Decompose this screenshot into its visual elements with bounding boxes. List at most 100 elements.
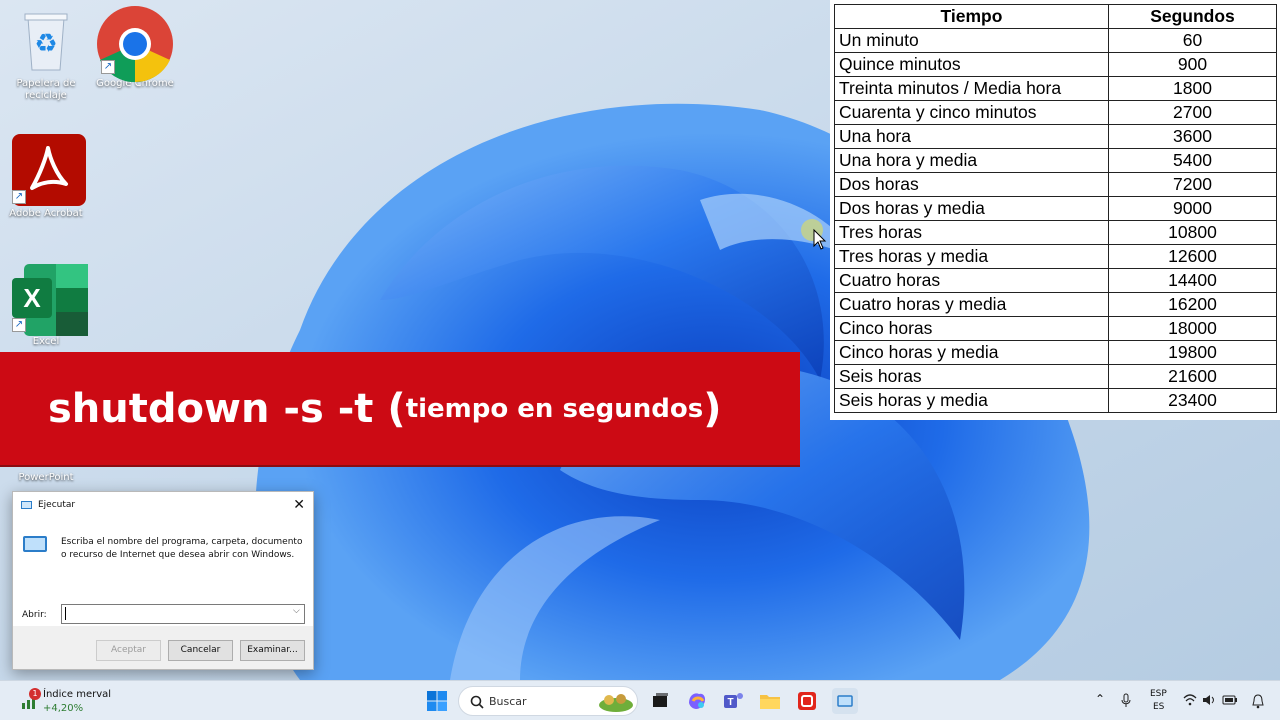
chevron-up-icon[interactable]: ⌃ (1095, 692, 1105, 706)
desktop-icon-excel[interactable]: X ↗ Excel (3, 262, 89, 348)
run-dialog-body: Escriba el nombre del programa, carpeta,… (13, 518, 313, 626)
run-dialog-description: Escriba el nombre del programa, carpeta,… (61, 537, 303, 560)
time-seconds-table: Tiempo Segundos Un minuto 60 Quince minut… (834, 4, 1277, 413)
battery-icon[interactable] (1222, 694, 1238, 706)
desktop-icon-label: Papelera de reciclaje (16, 78, 76, 101)
notification-bell-icon[interactable] (1250, 693, 1266, 709)
table-row: Cuarenta y cinco minutos 2700 (834, 100, 1277, 125)
desktop-icon-recycle-bin[interactable]: ♻ Papelera de reciclaje (3, 4, 89, 102)
taskbar-search[interactable]: Buscar (458, 686, 638, 716)
time-cell: Cuatro horas (834, 268, 1109, 293)
table-header-row: Tiempo Segundos (834, 4, 1277, 29)
start-button[interactable] (425, 689, 449, 713)
language-bottom[interactable]: ES (1153, 702, 1164, 712)
shortcut-arrow-icon: ↗ (101, 60, 115, 74)
run-dialog-titlebar[interactable]: Ejecutar ✕ (13, 492, 313, 518)
start-icon (427, 691, 447, 711)
seconds-cell: 1800 (1108, 76, 1277, 101)
text-caret (65, 607, 66, 620)
desktop-icon-powerpoint[interactable]: PowerPoint (3, 470, 89, 484)
shortcut-arrow-icon: ↗ (12, 318, 26, 332)
time-cell: Dos horas y media (834, 196, 1109, 221)
run-dialog-buttons: Aceptar Cancelar Examinar... (13, 626, 313, 671)
copilot-icon (689, 693, 706, 709)
seconds-cell: 12600 (1108, 244, 1277, 269)
seconds-cell: 19800 (1108, 340, 1277, 365)
table-row: Cinco horas 18000 (834, 316, 1277, 341)
seconds-cell: 10800 (1108, 220, 1277, 245)
open-label: Abrir: (22, 610, 47, 620)
desktop-icon-acrobat[interactable]: ↗ Adobe Acrobat (3, 134, 89, 220)
copilot-button[interactable] (685, 689, 709, 713)
powerpoint-red-icon (798, 692, 816, 710)
time-cell: Cinco horas (834, 316, 1109, 341)
seconds-cell: 2700 (1108, 100, 1277, 125)
widget-title: Índice merval (43, 689, 112, 700)
table-row: Cuatro horas 14400 (834, 268, 1277, 293)
svg-text:T: T (727, 697, 733, 708)
table-row: Dos horas 7200 (834, 172, 1277, 197)
table-row: Quince minutos 900 (834, 52, 1277, 77)
recorder-button[interactable] (795, 689, 819, 713)
microphone-icon[interactable] (1120, 693, 1132, 709)
time-cell: Seis horas y media (834, 388, 1109, 413)
time-cell: Tres horas (834, 220, 1109, 245)
banner-subtitle: tiempo en segundos (405, 393, 704, 424)
svg-text:♻: ♻ (34, 28, 57, 58)
task-view-button[interactable] (648, 689, 672, 713)
desktop-icon-chrome[interactable]: ↗ Google Chrome (92, 4, 178, 90)
recycle-bin-icon: ♻ (10, 4, 82, 76)
time-cell: Dos horas (834, 172, 1109, 197)
table-row: Una hora y media 5400 (834, 148, 1277, 173)
open-input[interactable] (61, 604, 305, 624)
table-row: Seis horas 21600 (834, 364, 1277, 389)
run-icon (21, 501, 32, 509)
seconds-cell: 9000 (1108, 196, 1277, 221)
time-cell: Quince minutos (834, 52, 1109, 77)
table-row: Una hora 3600 (834, 124, 1277, 149)
teams-button[interactable]: T (721, 689, 745, 713)
time-cell: Cinco horas y media (834, 340, 1109, 365)
desktop-icon-label: PowerPoint (18, 472, 74, 483)
run-taskbar-button[interactable] (832, 688, 858, 714)
browse-button[interactable]: Examinar... (240, 640, 305, 661)
table-row: Treinta minutos / Media hora 1800 (834, 76, 1277, 101)
seconds-cell: 21600 (1108, 364, 1277, 389)
seconds-cell: 900 (1108, 52, 1277, 77)
language-top[interactable]: ESP (1150, 689, 1167, 699)
acrobat-icon: ↗ (10, 134, 86, 206)
time-cell: Una hora y media (834, 148, 1109, 173)
teams-icon: T (724, 693, 743, 708)
time-cell: Tres horas y media (834, 244, 1109, 269)
search-placeholder: Buscar (489, 695, 527, 708)
notification-badge: 1 (29, 688, 41, 700)
table-row: Dos horas y media 9000 (834, 196, 1277, 221)
time-cell: Una hora (834, 124, 1109, 149)
column-header-tiempo: Tiempo (834, 4, 1109, 29)
file-explorer-button[interactable] (758, 689, 782, 713)
seconds-cell: 7200 (1108, 172, 1277, 197)
banner-close-paren: ) (703, 385, 722, 432)
run-program-icon (23, 536, 47, 552)
time-cell: Cuatro horas y media (834, 292, 1109, 317)
run-icon (837, 695, 853, 707)
chevron-down-icon[interactable]: ⌵ (293, 606, 300, 616)
stock-widget[interactable]: 1 Índice merval +4,20% (16, 686, 136, 716)
svg-text:X: X (23, 283, 41, 313)
taskbar: 1 Índice merval +4,20% Buscar T ⌃ ESP ES (0, 680, 1280, 720)
banner-command: shutdown -s -t (48, 385, 374, 432)
accept-button[interactable]: Aceptar (96, 640, 161, 661)
volume-icon[interactable] (1202, 694, 1216, 706)
desktop-icon-label: Adobe Acrobat (9, 208, 83, 219)
seconds-cell: 16200 (1108, 292, 1277, 317)
folder-icon (760, 695, 780, 709)
close-icon[interactable]: ✕ (293, 497, 305, 513)
seconds-cell: 3600 (1108, 124, 1277, 149)
chrome-icon: ↗ (97, 4, 173, 83)
wifi-icon[interactable] (1183, 694, 1197, 706)
widget-value: +4,20% (43, 703, 84, 714)
seconds-cell: 5400 (1108, 148, 1277, 173)
cancel-button[interactable]: Cancelar (168, 640, 233, 661)
time-cell: Un minuto (834, 28, 1109, 53)
column-header-segundos: Segundos (1108, 4, 1277, 29)
